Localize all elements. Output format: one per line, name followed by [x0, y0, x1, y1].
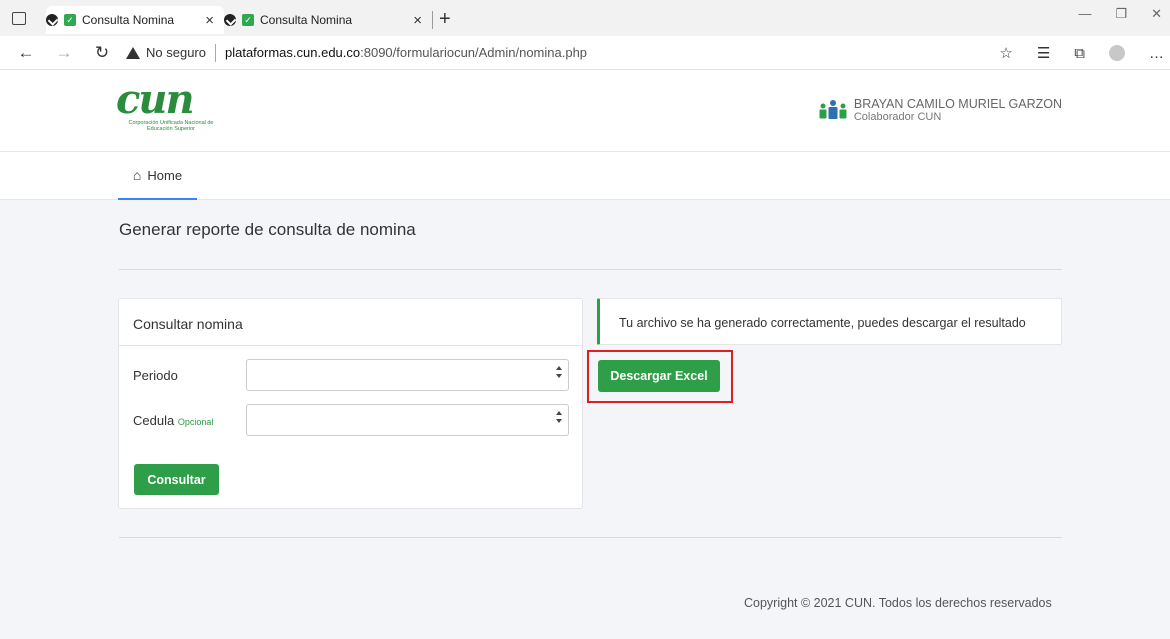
- cun-logo[interactable]: cun Corporación Unificada Nacional de Ed…: [116, 80, 226, 146]
- window-controls: — ❐ ✕: [1078, 0, 1170, 22]
- divider: [119, 269, 1062, 270]
- cedula-label: Cedula Opcional: [133, 413, 213, 428]
- logo-subtitle: Corporación Unificada Nacional de Educac…: [128, 120, 214, 132]
- cedula-hint: Opcional: [177, 417, 214, 427]
- tab-actions-icon[interactable]: [12, 11, 26, 25]
- user-text: BRAYAN CAMILO MURIEL GARZON Colaborador …: [854, 97, 1062, 124]
- browser-tab-2[interactable]: ✓ Consulta Nomina ×: [224, 6, 432, 34]
- close-window-icon[interactable]: ✕: [1151, 6, 1162, 22]
- close-tab-icon[interactable]: ×: [205, 12, 214, 29]
- tab-divider: [432, 11, 433, 29]
- logo-mark: cun: [116, 76, 195, 123]
- user-role: Colaborador CUN: [853, 111, 942, 123]
- consultar-button[interactable]: Consultar: [134, 464, 219, 495]
- browser-toolbar: ☆ ☰ ⧉ …: [999, 36, 1170, 70]
- warning-icon[interactable]: [126, 46, 140, 59]
- shield-icon: [224, 14, 236, 26]
- users-icon: [819, 100, 847, 119]
- collections-icon[interactable]: ⧉: [1074, 45, 1085, 62]
- shield-icon: [46, 14, 58, 26]
- browser-tab-bar: ✓ Consulta Nomina × ✓ Consulta Nomina × …: [0, 0, 1170, 36]
- site-header: cun Corporación Unificada Nacional de Ed…: [0, 70, 1170, 152]
- favorites-icon[interactable]: ☰: [1037, 44, 1050, 62]
- new-tab-button[interactable]: +: [439, 8, 451, 31]
- cedula-input[interactable]: [246, 404, 569, 436]
- maximize-icon[interactable]: ❐: [1115, 6, 1127, 22]
- footer-copyright: Copyright © 2021 CUN. Todos los derechos…: [744, 596, 1052, 610]
- more-menu-icon[interactable]: …: [1149, 45, 1164, 62]
- nav-home-label: Home: [147, 167, 183, 183]
- minimize-icon[interactable]: —: [1078, 6, 1091, 22]
- user-info[interactable]: BRAYAN CAMILO MURIEL GARZON Colaborador …: [818, 97, 1062, 124]
- address-divider: [214, 43, 216, 62]
- highlight-box: [587, 350, 733, 403]
- periodo-input[interactable]: [246, 359, 569, 391]
- favicon-icon: ✓: [64, 14, 76, 26]
- cedula-label-text: Cedula: [133, 413, 175, 428]
- profile-icon[interactable]: [1109, 45, 1125, 61]
- user-name: BRAYAN CAMILO MURIEL GARZON: [853, 97, 1062, 111]
- close-tab-icon[interactable]: ×: [413, 12, 422, 29]
- periodo-label: Periodo: [133, 368, 178, 383]
- browser-tab-1[interactable]: ✓ Consulta Nomina ×: [46, 6, 224, 34]
- consult-card: Consultar nomina Periodo Cedula Opcional…: [118, 298, 583, 509]
- read-aloud-icon[interactable]: ☆: [999, 44, 1012, 62]
- home-icon: ⌂: [132, 167, 142, 183]
- url-host: plataformas.cun.edu.co: [224, 45, 361, 60]
- url-path: :8090/formulariocun/Admin/nomina.php: [360, 45, 588, 60]
- success-alert: Tu archivo se ha generado correctamente,…: [597, 298, 1062, 345]
- divider: [119, 537, 1062, 538]
- not-secure-label[interactable]: No seguro: [146, 45, 206, 60]
- page-title: Generar reporte de consulta de nomina: [119, 220, 416, 239]
- forward-icon[interactable]: →: [52, 43, 76, 63]
- periodo-spinner-icon[interactable]: [555, 365, 563, 385]
- main-nav: ⌂ Home: [0, 152, 1170, 200]
- periodo-row: Periodo: [119, 359, 584, 391]
- favicon-icon: ✓: [242, 14, 254, 26]
- cedula-spinner-icon[interactable]: [555, 410, 563, 430]
- reload-icon[interactable]: ↻: [90, 43, 114, 63]
- card-title: Consultar nomina: [119, 299, 582, 346]
- url-field[interactable]: plataformas.cun.edu.co:8090/formulariocu…: [225, 45, 587, 60]
- back-icon[interactable]: ←: [14, 43, 38, 63]
- address-bar: ← → ↻ No seguro plataformas.cun.edu.co:8…: [0, 36, 1170, 70]
- cedula-row: Cedula Opcional: [119, 404, 584, 436]
- tab-title: Consulta Nomina: [260, 13, 353, 27]
- tab-title: Consulta Nomina: [82, 13, 175, 27]
- nav-home[interactable]: ⌂ Home: [118, 152, 197, 200]
